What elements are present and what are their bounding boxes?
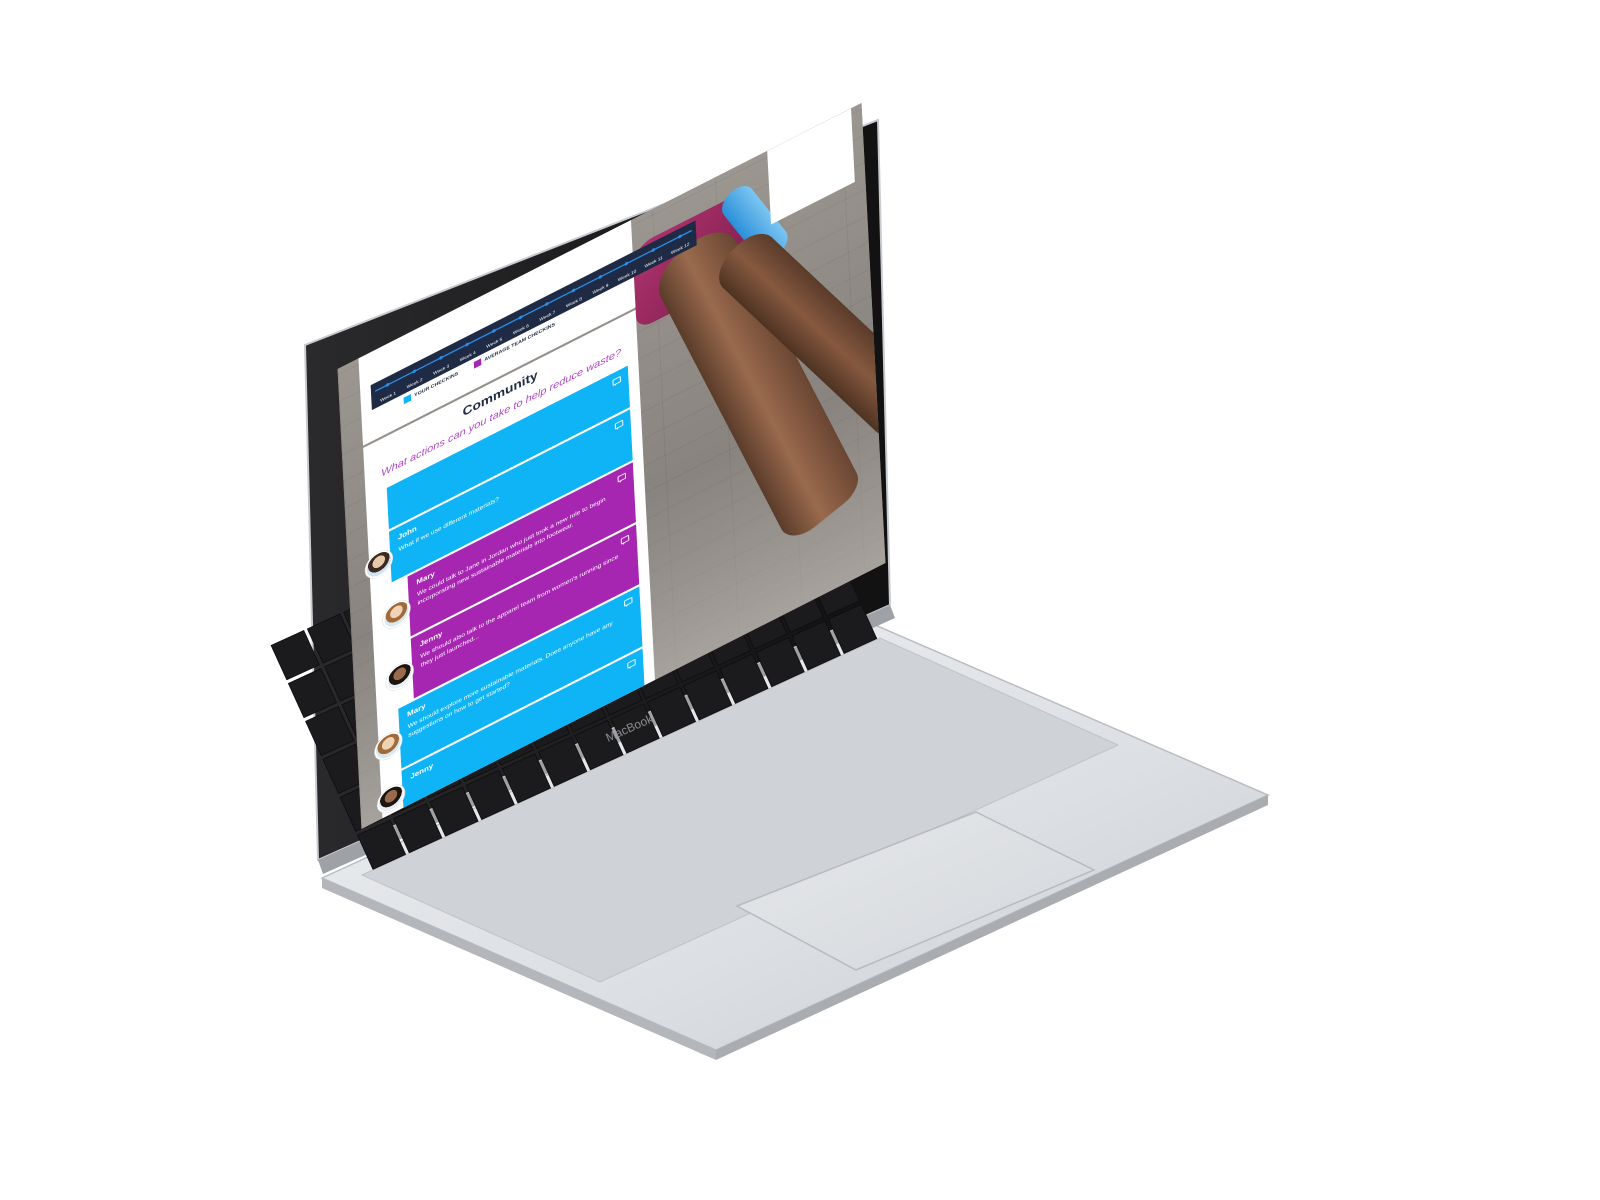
avatar[interactable] [382, 595, 411, 634]
reply-icon[interactable] [617, 472, 627, 483]
laptop-mockup: MacBook Week 1 Week 2 Week 3 Week 4 Week… [0, 0, 1600, 1200]
avatar[interactable] [374, 727, 403, 765]
reply-icon[interactable] [614, 419, 624, 430]
reply-icon[interactable] [620, 534, 630, 545]
avatar[interactable] [364, 545, 394, 584]
reply-icon[interactable] [612, 375, 622, 387]
reply-icon[interactable] [627, 658, 636, 669]
avatar[interactable] [385, 657, 415, 696]
reply-icon[interactable] [623, 596, 633, 607]
